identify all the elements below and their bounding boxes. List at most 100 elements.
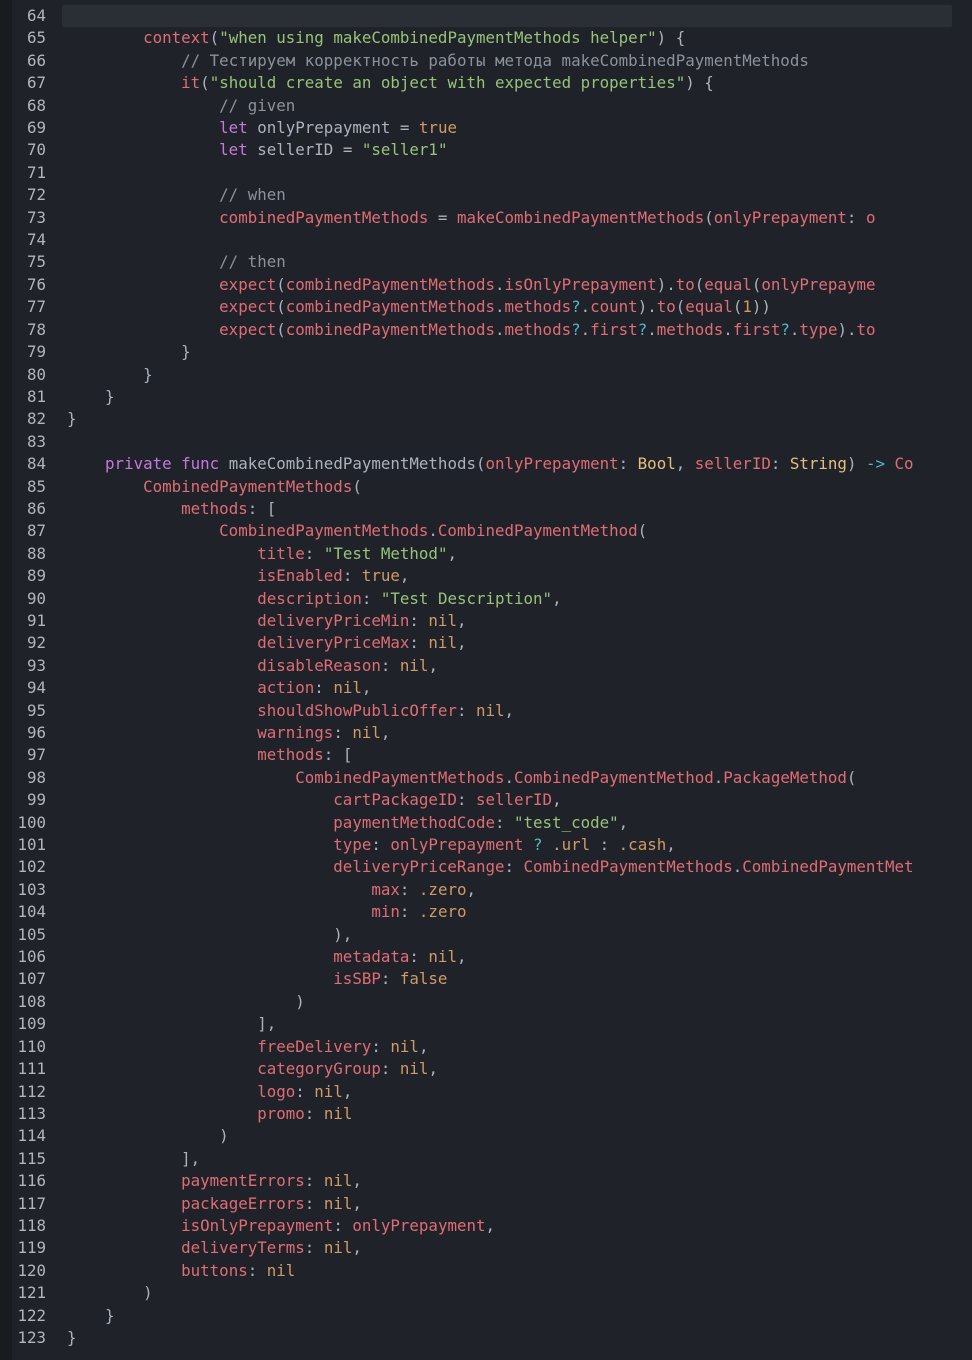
- code-token: nil: [323, 1238, 353, 1258]
- code-editor[interactable]: 64 65 context("when using makeCombinedPay…: [0, 0, 972, 1360]
- code-line[interactable]: 117 packageErrors: nil,: [0, 1193, 972, 1215]
- line-content: methods: [: [67, 498, 276, 520]
- code-token: title: [257, 543, 305, 563]
- code-line[interactable]: 83: [0, 431, 972, 453]
- code-token: ),: [67, 924, 353, 944]
- code-line[interactable]: 79 }: [0, 341, 972, 363]
- code-line[interactable]: 78 expect(combinedPaymentMethods.methods…: [0, 319, 972, 341]
- code-line[interactable]: 95 shouldShowPublicOffer: nil,: [0, 700, 972, 722]
- code-line[interactable]: 109 ],: [0, 1013, 972, 1035]
- code-line[interactable]: 107 isSBP: false: [0, 968, 972, 990]
- code-line[interactable]: 75 // then: [0, 251, 972, 273]
- code-line[interactable]: 72 // when: [0, 184, 972, 206]
- line-number: 88: [26, 543, 46, 563]
- code-line[interactable]: 97 methods: [: [0, 744, 972, 766]
- code-line[interactable]: 66 // Тестируем корректность работы мето…: [0, 50, 972, 72]
- code-line[interactable]: 76 expect(combinedPaymentMethods.isOnlyP…: [0, 274, 972, 296]
- code-token: ): [67, 1126, 229, 1146]
- code-line[interactable]: 119 deliveryTerms: nil,: [0, 1237, 972, 1259]
- code-line[interactable]: 123}: [0, 1327, 972, 1349]
- code-line[interactable]: 80 }: [0, 364, 972, 386]
- code-line[interactable]: 108 ): [0, 991, 972, 1013]
- code-token: .: [647, 319, 657, 339]
- code-line[interactable]: 116 paymentErrors: nil,: [0, 1170, 972, 1192]
- code-line[interactable]: 115 ],: [0, 1148, 972, 1170]
- code-line[interactable]: 84 private func makeCombinedPaymentMetho…: [0, 453, 972, 475]
- line-content: cartPackageID: sellerID,: [67, 789, 561, 811]
- line-content: freeDelivery: nil,: [67, 1036, 428, 1058]
- code-line[interactable]: 82}: [0, 408, 972, 430]
- code-lines[interactable]: 64 65 context("when using makeCombinedPay…: [0, 5, 972, 1349]
- code-line[interactable]: 103 max: .zero,: [0, 879, 972, 901]
- code-line[interactable]: 89 isEnabled: true,: [0, 565, 972, 587]
- code-token: ,: [504, 700, 515, 720]
- line-number: 80: [26, 364, 46, 384]
- code-token: description: [257, 588, 362, 608]
- code-line[interactable]: 88 title: "Test Method",: [0, 543, 972, 565]
- code-line[interactable]: 74: [0, 229, 972, 251]
- code-line[interactable]: 102 deliveryPriceRange: CombinedPaymentM…: [0, 856, 972, 878]
- code-line[interactable]: 120 buttons: nil: [0, 1260, 972, 1282]
- code-token: promo: [257, 1103, 305, 1123]
- line-content: warnings: nil,: [67, 722, 390, 744]
- code-token: onlyPrepayment: [485, 454, 619, 474]
- code-token: .zero: [418, 879, 467, 899]
- code-line[interactable]: 112 logo: nil,: [0, 1081, 972, 1103]
- code-line[interactable]: 99 cartPackageID: sellerID,: [0, 789, 972, 811]
- line-number: 69: [26, 118, 46, 138]
- code-token: ,: [361, 678, 372, 698]
- code-line[interactable]: 92 deliveryPriceMax: nil,: [0, 632, 972, 654]
- code-line[interactable]: 71: [0, 162, 972, 184]
- code-line[interactable]: 118 isOnlyPrepayment: onlyPrepayment,: [0, 1215, 972, 1237]
- code-token: .zero: [418, 902, 467, 922]
- code-line[interactable]: 77 expect(combinedPaymentMethods.methods…: [0, 296, 972, 318]
- code-token: CombinedPaymentMethods: [143, 476, 353, 496]
- code-token: :: [333, 723, 353, 742]
- code-line[interactable]: 65 context("when using makeCombinedPayme…: [0, 27, 972, 49]
- code-token: .: [732, 857, 743, 877]
- code-line[interactable]: 96 warnings: nil,: [0, 722, 972, 744]
- code-line[interactable]: 69 let onlyPrepayment = true: [0, 117, 972, 139]
- code-line[interactable]: 100 paymentMethodCode: "test_code",: [0, 812, 972, 834]
- code-line[interactable]: 86 methods: [: [0, 498, 972, 520]
- code-line[interactable]: 101 type: onlyPrepayment ? .url : .cash,: [0, 834, 972, 856]
- code-line[interactable]: 114 ): [0, 1125, 972, 1147]
- line-number: 97: [26, 745, 46, 765]
- code-token: :: [409, 947, 429, 967]
- code-line[interactable]: 111 categoryGroup: nil,: [0, 1058, 972, 1080]
- code-line[interactable]: 105 ),: [0, 924, 972, 946]
- code-token: deliveryPriceMin: [257, 610, 410, 630]
- code-line[interactable]: 68 // given: [0, 95, 972, 117]
- code-line[interactable]: 122 }: [0, 1305, 972, 1327]
- code-line[interactable]: 81 }: [0, 386, 972, 408]
- code-token: ) {: [685, 73, 714, 93]
- code-token: : [: [247, 498, 277, 518]
- code-line[interactable]: 67 it("should create an object with expe…: [0, 72, 972, 94]
- code-line[interactable]: 70 let sellerID = "seller1": [0, 139, 972, 161]
- code-token: }: [67, 364, 153, 384]
- code-line[interactable]: 87 CombinedPaymentMethods.CombinedPaymen…: [0, 520, 972, 542]
- code-line[interactable]: 110 freeDelivery: nil,: [0, 1036, 972, 1058]
- code-line[interactable]: 64: [0, 5, 972, 28]
- code-line[interactable]: 85 CombinedPaymentMethods(: [0, 476, 972, 498]
- code-line[interactable]: 98 CombinedPaymentMethods.CombinedPaymen…: [0, 767, 972, 789]
- code-line[interactable]: 93 disableReason: nil,: [0, 655, 972, 677]
- code-line[interactable]: 106 metadata: nil,: [0, 946, 972, 968]
- code-line[interactable]: 121 ): [0, 1282, 972, 1304]
- code-line[interactable]: 94 action: nil,: [0, 677, 972, 699]
- code-line[interactable]: 113 promo: nil: [0, 1103, 972, 1125]
- code-line[interactable]: 90 description: "Test Description",: [0, 588, 972, 610]
- code-line[interactable]: 91 deliveryPriceMin: nil,: [0, 610, 972, 632]
- code-token: :: [409, 633, 429, 653]
- code-token: makeCombinedPaymentMethods(: [219, 454, 486, 474]
- code-token: cartPackageID: [333, 790, 457, 810]
- code-line[interactable]: 73 combinedPaymentMethods = makeCombined…: [0, 207, 972, 229]
- line-content: categoryGroup: nil,: [67, 1058, 438, 1080]
- code-line[interactable]: 104 min: .zero: [0, 901, 972, 923]
